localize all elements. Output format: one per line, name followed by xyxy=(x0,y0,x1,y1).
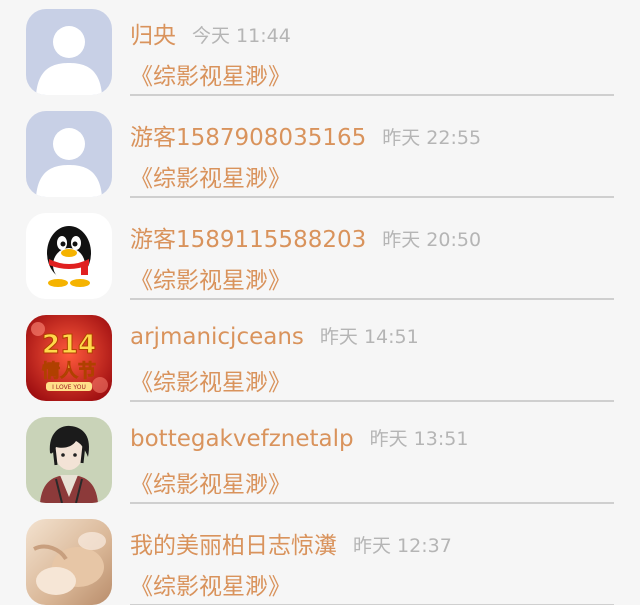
message-preview: 《综影视星渺》 xyxy=(130,64,291,90)
contact-name: 游客1587908035165 昨天 22:55 xyxy=(130,125,482,151)
message-preview: 《综影视星渺》 xyxy=(130,166,291,192)
valentines-214-avatar[interactable]: 214 情人节 I LOVE YOU xyxy=(26,315,112,401)
contact-name: 我的美丽柏日志惊瀵 昨天 12:37 xyxy=(130,533,452,559)
conversation-item[interactable]: 游客1587908035165 昨天 22:55 《综影视星渺》 xyxy=(0,102,640,204)
contact-name: bottegakvefznetalp 昨天 13:51 xyxy=(130,426,469,452)
default-avatar-icon[interactable] xyxy=(26,9,112,95)
default-avatar-icon[interactable] xyxy=(26,111,112,197)
conversation-item[interactable]: 214 情人节 I LOVE YOU arjmanicjceans 昨天 14:5… xyxy=(0,306,640,408)
anime-boy-avatar[interactable] xyxy=(26,417,112,503)
message-time: 昨天 12:37 xyxy=(353,535,452,557)
message-time: 今天 11:44 xyxy=(192,25,291,47)
message-preview: 《综影视星渺》 xyxy=(130,268,291,294)
valentines-title-text: 情人节 xyxy=(42,361,96,382)
conversation-item[interactable]: 我的美丽柏日志惊瀵 昨天 12:37 《综影视星渺》 xyxy=(0,510,640,605)
conversation-content[interactable]: 游客1587908035165 昨天 22:55 《综影视星渺》 xyxy=(130,102,614,198)
contact-name: 归央 今天 11:44 xyxy=(130,23,291,49)
message-time: 昨天 13:51 xyxy=(369,428,469,450)
contact-name: 游客1589115588203 昨天 20:50 xyxy=(130,227,482,253)
conversation-content[interactable]: bottegakvefznetalp 昨天 13:51 《综影视星渺》 xyxy=(130,408,614,504)
valentines-love-text: I LOVE YOU xyxy=(52,384,86,391)
valentines-214-text: 214 xyxy=(42,330,96,360)
message-time: 昨天 22:55 xyxy=(382,127,482,149)
conversation-content[interactable]: 归央 今天 11:44 《综影视星渺》 xyxy=(130,0,614,96)
conversation-list: 归央 今天 11:44 《综影视星渺》 游客1587908035165 昨天 22:… xyxy=(0,0,640,605)
conversation-content[interactable]: arjmanicjceans 昨天 14:51 《综影视星渺》 xyxy=(130,306,614,402)
message-preview: 《综影视星渺》 xyxy=(130,472,291,498)
message-preview: 《综影视星渺》 xyxy=(130,574,291,600)
photo-avatar[interactable] xyxy=(26,519,112,605)
message-time: 昨天 20:50 xyxy=(382,229,482,251)
qq-penguin-avatar[interactable] xyxy=(26,213,112,299)
contact-name: arjmanicjceans 昨天 14:51 xyxy=(130,324,419,350)
message-time: 昨天 14:51 xyxy=(319,326,419,348)
conversation-content[interactable]: 游客1589115588203 昨天 20:50 《综影视星渺》 xyxy=(130,204,614,300)
message-preview: 《综影视星渺》 xyxy=(130,370,291,396)
conversation-item[interactable]: 归央 今天 11:44 《综影视星渺》 xyxy=(0,0,640,102)
conversation-content[interactable]: 我的美丽柏日志惊瀵 昨天 12:37 《综影视星渺》 xyxy=(130,510,614,605)
conversation-item[interactable]: 游客1589115588203 昨天 20:50 《综影视星渺》 xyxy=(0,204,640,306)
conversation-item[interactable]: bottegakvefznetalp 昨天 13:51 《综影视星渺》 xyxy=(0,408,640,510)
